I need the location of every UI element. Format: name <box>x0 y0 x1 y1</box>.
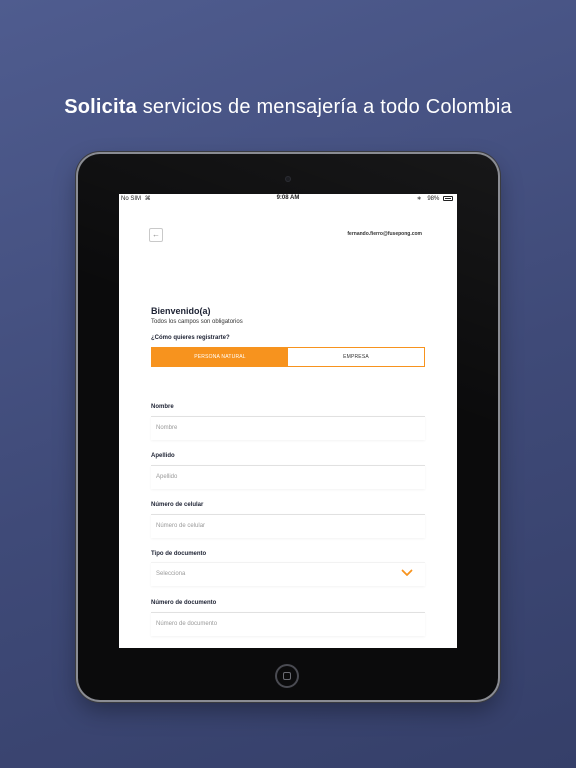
page-subtitle: Todos los campos son obligatorios <box>151 319 243 325</box>
nombre-input[interactable]: Nombre <box>151 416 425 440</box>
register-question: ¿Cómo quieres registrarte? <box>151 335 230 341</box>
tipo-documento-select[interactable]: Selecciona <box>151 562 425 586</box>
apellido-input[interactable]: Apellido <box>151 465 425 489</box>
headline-bold: Solicita <box>64 96 137 118</box>
numero-documento-input[interactable]: Número de documento <box>151 612 425 636</box>
celular-label: Número de celular <box>151 502 204 508</box>
numero-documento-label: Número de documento <box>151 600 217 606</box>
battery-icon <box>443 196 453 201</box>
headline: Solicita servicios de mensajería a todo … <box>0 96 576 119</box>
arrow-left-icon: ← <box>152 230 160 239</box>
tab-empresa[interactable]: EMPRESA <box>288 348 424 366</box>
page-title: Bienvenido(a) <box>151 306 211 316</box>
home-square-icon <box>283 672 291 680</box>
home-button[interactable] <box>275 664 299 688</box>
clock: 9:08 AM <box>276 195 300 201</box>
battery-percent: 98% <box>427 196 440 202</box>
back-button[interactable]: ← <box>149 228 163 242</box>
celular-input[interactable]: Número de celular <box>151 514 425 538</box>
bluetooth-icon: ∗ <box>416 196 422 202</box>
register-type-toggle: PERSONA NATURAL EMPRESA <box>151 347 425 367</box>
tipo-documento-value: Selecciona <box>156 571 186 577</box>
nombre-label: Nombre <box>151 404 174 410</box>
camera <box>285 176 291 182</box>
tab-persona-natural[interactable]: PERSONA NATURAL <box>152 348 288 366</box>
apellido-label: Apellido <box>151 453 175 459</box>
status-bar: No SIM ⌘ 9:08 AM ∗ 98% <box>119 194 457 204</box>
app-screen: No SIM ⌘ 9:08 AM ∗ 98% ← fernando.fierro… <box>119 194 457 648</box>
chevron-down-icon <box>401 569 413 576</box>
tablet-frame: No SIM ⌘ 9:08 AM ∗ 98% ← fernando.fierro… <box>78 154 498 700</box>
user-email: fernando.fierro@fusepong.com <box>347 231 422 237</box>
battery-status: ∗ 98% <box>417 195 453 202</box>
headline-rest: servicios de mensajería a todo Colombia <box>136 96 512 118</box>
tipo-documento-label: Tipo de documento <box>151 551 207 557</box>
